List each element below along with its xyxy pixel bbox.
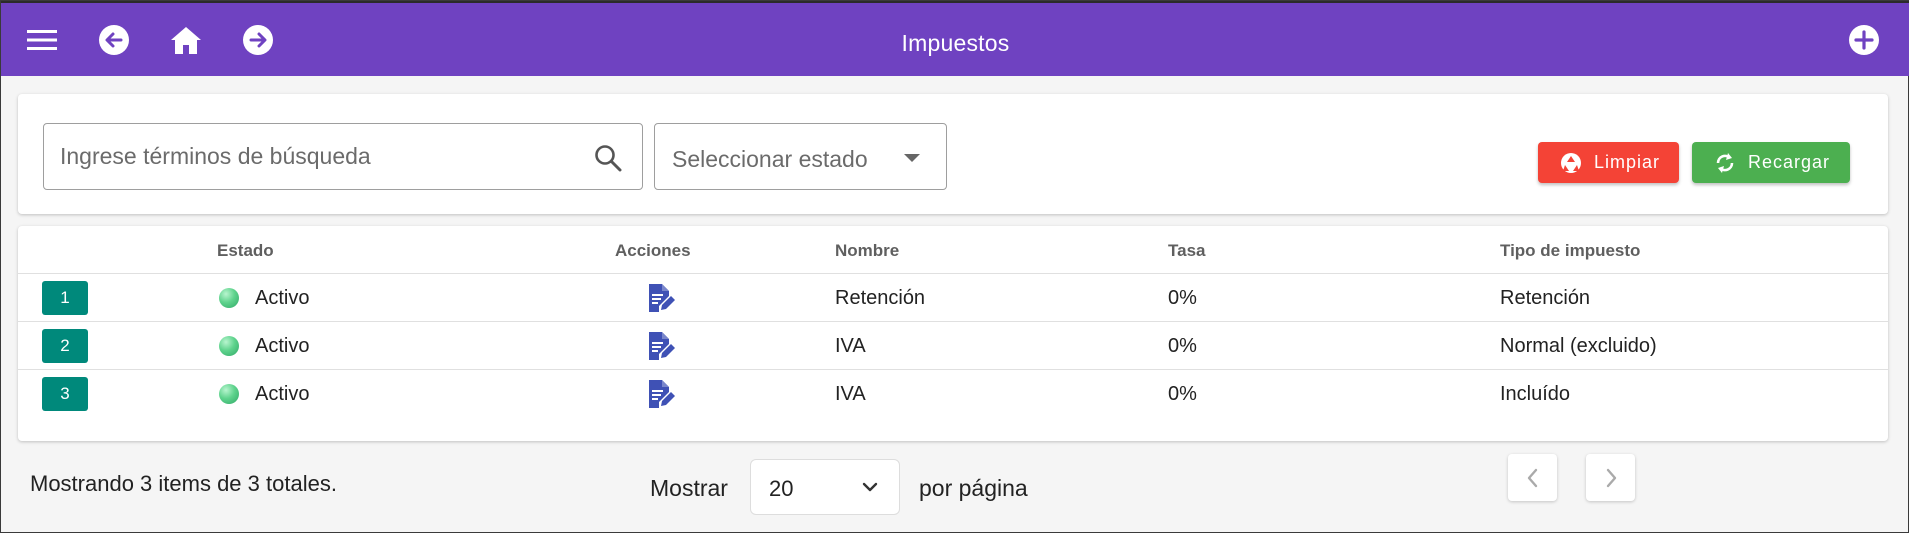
search-field [43, 123, 643, 190]
reload-button-label: Recargar [1748, 152, 1831, 172]
caret-down-icon [904, 154, 920, 162]
chevron-right-icon [1606, 468, 1616, 487]
tax-name: IVA [835, 383, 866, 405]
status-text: Activo [255, 287, 310, 309]
filter-panel: Seleccionar estado Limpiar Recargar [18, 94, 1888, 214]
tax-type: Incluído [1500, 383, 1571, 405]
row-number-badge: 1 [42, 281, 88, 315]
state-select-placeholder: Seleccionar estado [672, 146, 868, 172]
row-number-badge: 2 [42, 329, 88, 363]
chevron-down-icon [861, 478, 879, 501]
page-title: Impuestos [901, 30, 1010, 56]
recycle-icon [1560, 152, 1582, 174]
clear-button-label: Limpiar [1594, 152, 1661, 172]
tax-type: Retención [1500, 287, 1591, 309]
status-dot-icon [219, 336, 239, 356]
tax-rate: 0% [1168, 287, 1197, 309]
status-text: Activo [255, 383, 310, 405]
per-page-label: por página [919, 475, 1028, 501]
tax-rate: 0% [1168, 383, 1197, 405]
row-number-badge: 3 [42, 377, 88, 411]
status-text: Activo [255, 335, 310, 357]
per-page-value: 20 [769, 476, 794, 501]
column-header-tasa[interactable]: Tasa [1168, 241, 1206, 261]
tax-rate: 0% [1168, 335, 1197, 357]
status-dot-icon [219, 384, 239, 404]
tax-name: Retención [835, 287, 926, 309]
add-button[interactable] [1847, 23, 1881, 57]
clear-button[interactable]: Limpiar [1538, 142, 1679, 183]
chevron-left-icon [1527, 468, 1537, 487]
next-page-button[interactable] [1586, 454, 1635, 501]
plus-circle-icon [1849, 25, 1879, 55]
column-header-tipo[interactable]: Tipo de impuesto [1500, 241, 1640, 261]
show-label: Mostrar [650, 475, 728, 501]
pagination-summary: Mostrando 3 items de 3 totales. [30, 471, 337, 496]
table-row[interactable]: 3 Activo IVA 0% Incluído [18, 370, 1888, 418]
column-header-acciones[interactable]: Acciones [615, 241, 691, 261]
search-icon[interactable] [594, 144, 622, 177]
per-page-select[interactable]: 20 [750, 459, 900, 515]
search-input[interactable] [60, 124, 580, 189]
edit-document-icon[interactable] [647, 379, 675, 414]
app-header: Impuestos [1, 1, 1909, 76]
taxes-table: Estado Acciones Nombre Tasa Tipo de impu… [18, 226, 1888, 441]
tax-name: IVA [835, 335, 866, 357]
tax-type: Normal (excluido) [1500, 335, 1657, 357]
edit-document-icon[interactable] [647, 331, 675, 366]
previous-page-button[interactable] [1508, 454, 1557, 501]
table-header: Estado Acciones Nombre Tasa Tipo de impu… [18, 226, 1888, 274]
column-header-estado[interactable]: Estado [217, 241, 274, 261]
table-row[interactable]: 2 Activo IVA 0% Normal (excluido) [18, 322, 1888, 370]
status-dot-icon [219, 288, 239, 308]
state-select[interactable]: Seleccionar estado [654, 123, 947, 190]
edit-document-icon[interactable] [647, 283, 675, 318]
column-header-nombre[interactable]: Nombre [835, 241, 899, 261]
table-row[interactable]: 1 Activo Retención 0% Retención [18, 274, 1888, 322]
reload-button[interactable]: Recargar [1692, 142, 1850, 183]
refresh-icon [1714, 151, 1736, 175]
